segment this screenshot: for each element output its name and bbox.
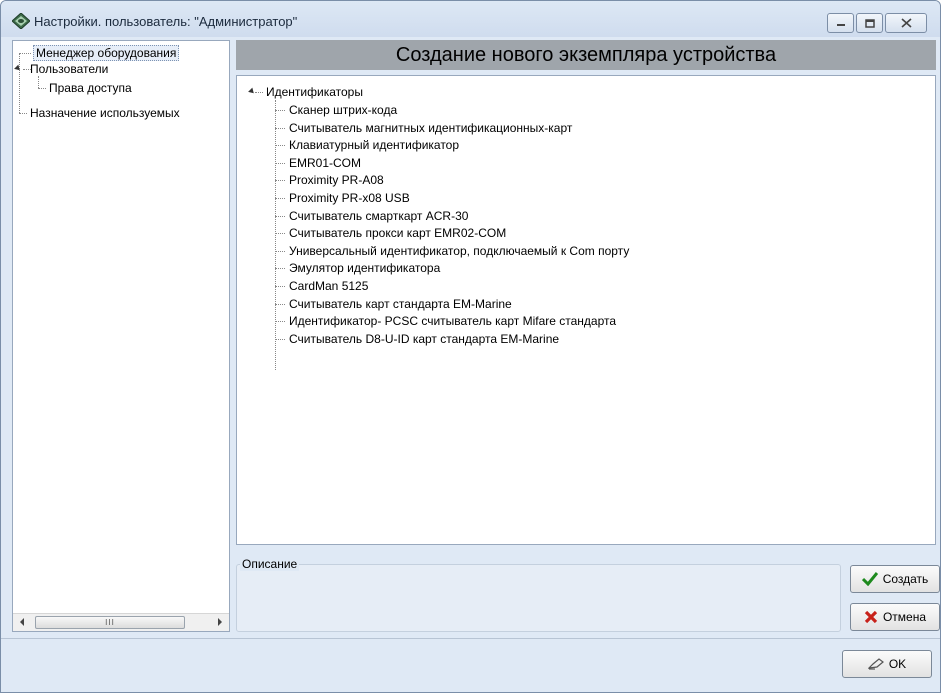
tree-connector (275, 286, 285, 287)
nav-tree-panel[interactable]: Менеджер оборудования Пользователи Права… (12, 40, 230, 632)
title-bar[interactable]: Настройки. пользователь: "Администратор" (1, 1, 940, 37)
tree-connector (38, 76, 39, 88)
close-button[interactable] (885, 13, 927, 33)
tree-root-identifiers[interactable]: Идентификаторы (266, 85, 363, 100)
device-item[interactable]: Считыватель прокси карт EMR02-COM (289, 226, 506, 241)
check-icon (861, 572, 878, 586)
minimize-icon (836, 24, 845, 26)
cancel-button-label: Отмена (882, 610, 927, 624)
settings-window: Настройки. пользователь: "Администратор"… (0, 0, 941, 693)
device-item[interactable]: EMR01-COM (289, 156, 361, 171)
nav-item-users[interactable]: Пользователи (30, 62, 108, 77)
tree-connector (275, 250, 285, 252)
bottom-bar (1, 639, 940, 692)
tree-connector (275, 162, 285, 164)
page-title: Создание нового экземпляра устройства (236, 40, 936, 70)
description-label: Описание (240, 557, 300, 571)
scroll-left-icon[interactable] (20, 618, 24, 626)
ok-pencil-icon (867, 658, 884, 670)
create-button-label: Создать (882, 572, 929, 586)
collapse-arrow-icon[interactable] (14, 64, 22, 73)
close-icon (900, 18, 912, 28)
device-item[interactable]: CardMan 5125 (289, 279, 368, 294)
horizontal-scrollbar[interactable]: III (13, 613, 229, 631)
tree-connector (275, 100, 276, 370)
tree-connector (275, 215, 285, 217)
window-title: Настройки. пользователь: "Администратор" (34, 14, 298, 29)
device-item[interactable]: Клавиатурный идентификатор (289, 138, 459, 153)
scroll-grip: III (105, 618, 115, 627)
device-item[interactable]: Считыватель D8-U-ID карт стандарта EM-Ma… (289, 332, 559, 347)
scroll-right-icon[interactable] (218, 618, 222, 626)
nav-item-assignment[interactable]: Назначение используемых (30, 106, 180, 121)
device-item[interactable]: Считыватель смарткарт ACR-30 (289, 209, 468, 224)
scroll-thumb[interactable]: III (35, 616, 185, 629)
restore-icon (864, 18, 875, 28)
tree-connector (275, 127, 285, 129)
create-button[interactable]: Создать (850, 565, 940, 593)
ok-button-label: OK (888, 657, 907, 671)
tree-connector (275, 303, 285, 305)
tree-connector (19, 53, 20, 113)
ok-button[interactable]: OK (842, 650, 932, 678)
tree-connector (275, 338, 285, 340)
nav-item-access-rights[interactable]: Права доступа (49, 81, 132, 96)
device-tree-panel[interactable]: Идентификаторы Сканер штрих-кода Считыват… (236, 75, 936, 545)
tree-connector (275, 198, 285, 199)
cross-icon (864, 610, 878, 624)
app-diamond-icon (12, 13, 30, 29)
tree-connector (275, 110, 285, 111)
tree-connector (275, 233, 285, 235)
tree-connector (38, 88, 46, 89)
tree-connector (275, 180, 285, 182)
tree-connector (275, 268, 285, 270)
tree-connector (19, 53, 31, 54)
device-item[interactable]: Эмулятор идентификатора (289, 261, 440, 276)
tree-connector (255, 92, 263, 93)
nav-item-equipment-manager[interactable]: Менеджер оборудования (33, 45, 180, 61)
cancel-button[interactable]: Отмена (850, 603, 940, 631)
device-item[interactable]: Считыватель магнитных идентификационных-… (289, 121, 572, 136)
minimize-button[interactable] (827, 13, 854, 33)
description-box (236, 564, 841, 632)
device-item[interactable]: Универсальный идентификатор, подключаемы… (289, 244, 629, 259)
maximize-button[interactable] (856, 13, 883, 33)
device-item[interactable]: Идентификатор- PCSC считыватель карт Mif… (289, 314, 616, 329)
device-item[interactable]: Proximity PR-x08 USB (289, 191, 410, 206)
tree-connector (19, 113, 27, 114)
device-item[interactable]: Сканер штрих-кода (289, 103, 397, 118)
device-item[interactable]: Считыватель карт стандарта EM-Marine (289, 297, 512, 312)
tree-connector (275, 145, 285, 147)
device-item[interactable]: Proximity PR-A08 (289, 173, 384, 188)
tree-connector (275, 321, 285, 323)
